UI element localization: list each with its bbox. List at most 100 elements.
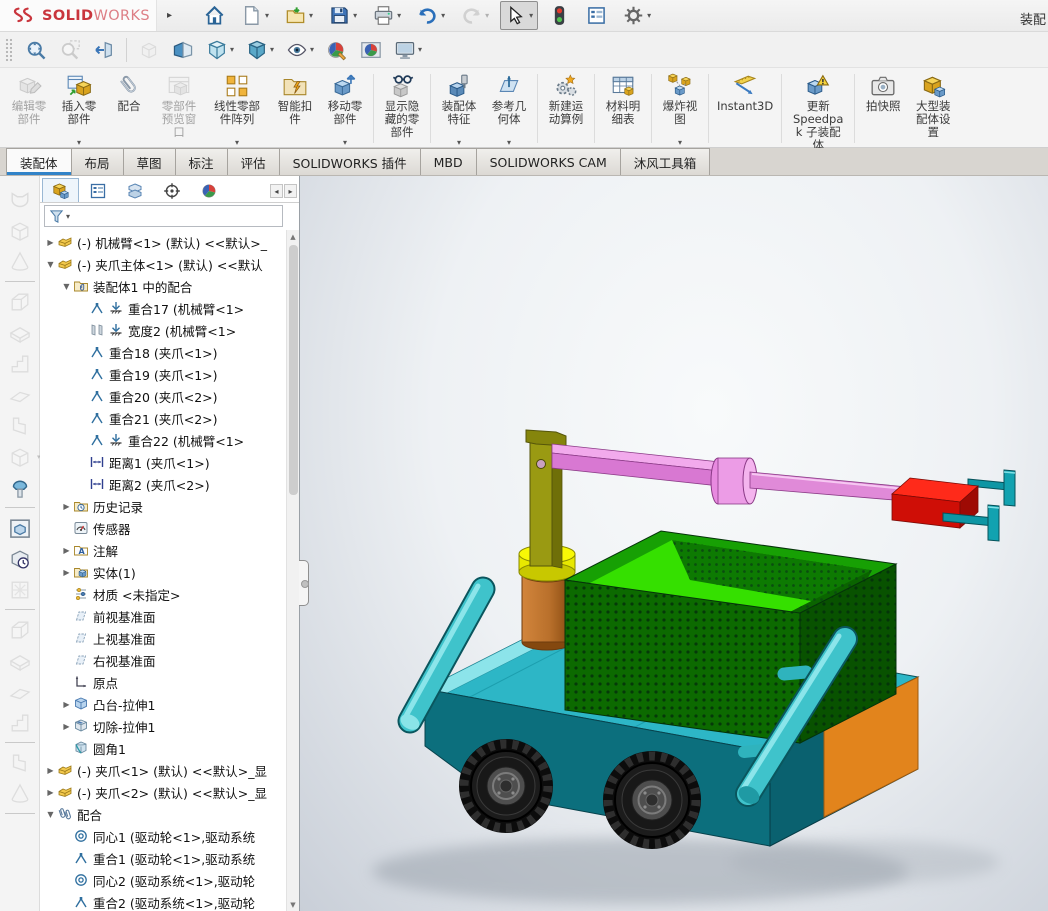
featuremanager-tab[interactable] <box>42 178 79 202</box>
display-style-button[interactable]: ▾ <box>243 37 277 63</box>
dropdown-caret-icon[interactable]: ▾ <box>529 11 533 20</box>
exploded-view-button[interactable]: 爆炸视图 ▾ <box>655 70 705 147</box>
tree-item[interactable]: 前视基准面 <box>40 605 299 627</box>
dropdown-caret-icon[interactable]: ▾ <box>230 45 234 54</box>
tree-item[interactable]: ▼ 装配体1 中的配合 <box>40 275 299 297</box>
propertymanager-tab[interactable] <box>79 178 116 202</box>
zoom-to-fit-button[interactable] <box>22 37 50 63</box>
tree-item[interactable]: ▶ 凸台-拉伸1 <box>40 693 299 715</box>
tree-expander[interactable]: ▶ <box>44 766 57 775</box>
tree-item[interactable]: 传感器 <box>40 517 299 539</box>
filter-input[interactable] <box>70 206 278 226</box>
tree-expander[interactable]: ▶ <box>60 722 73 731</box>
task-pane-button[interactable] <box>581 1 612 30</box>
menu-expand-arrow[interactable]: ▸ <box>157 10 182 21</box>
tree-item[interactable]: ▼ (-) 夹爪主体<1> (默认) <<默认 <box>40 253 299 275</box>
assembly-features-button[interactable]: 装配体特征 ▾ <box>434 70 484 147</box>
tree-item[interactable]: ▼ 配合 <box>40 803 299 825</box>
dropdown-caret-icon[interactable]: ▾ <box>265 11 269 20</box>
open-button[interactable]: ▾ <box>280 1 318 30</box>
tree-item[interactable]: ▶ (-) 机械臂<1> (默认) <<默认>_ <box>40 231 299 253</box>
dropdown-caret-icon[interactable]: ▾ <box>235 138 239 147</box>
tree-item[interactable]: 重合20 (夹爪<2>) <box>40 385 299 407</box>
left-tool-button[interactable] <box>7 750 33 776</box>
filter-funnel-icon[interactable] <box>49 209 64 224</box>
tab-mbd[interactable]: MBD <box>419 148 477 175</box>
left-tool-button[interactable] <box>7 475 33 501</box>
bill-of-materials-button[interactable]: 材料明细表 <box>598 70 648 147</box>
left-tool-button[interactable] <box>7 577 33 603</box>
panel-splitter-handle[interactable] <box>299 560 309 606</box>
front-left-wheel[interactable] <box>459 739 553 833</box>
smart-fasteners-button[interactable]: 智能扣件 <box>270 70 320 147</box>
save-button[interactable]: ▾ <box>324 1 362 30</box>
scroll-down-arrow-icon[interactable]: ▼ <box>287 898 299 911</box>
left-tool-button[interactable] <box>7 289 33 315</box>
left-tool-button[interactable] <box>7 679 33 705</box>
tree-expander[interactable]: ▼ <box>60 282 73 291</box>
mate-button[interactable]: 配合 <box>104 70 154 147</box>
3d-viewport[interactable] <box>299 176 1048 911</box>
move-component-button[interactable]: 移动零部件 ▾ <box>320 70 370 147</box>
cart-assembly-model[interactable] <box>300 176 1048 911</box>
gripper-end-effector[interactable] <box>891 469 1016 542</box>
left-tool-button[interactable] <box>7 218 33 244</box>
tree-item[interactable]: 重合1 (驱动轮<1>,驱动系统 <box>40 847 299 869</box>
toolbar-drag-grip[interactable] <box>5 37 12 62</box>
3d-drawing-view-button[interactable] <box>135 37 163 63</box>
tree-item[interactable]: ▶ (-) 夹爪<1> (默认) <<默认>_显 <box>40 759 299 781</box>
scroll-up-arrow-icon[interactable]: ▲ <box>287 230 299 243</box>
tab-solidworks-addins[interactable]: SOLIDWORKS 插件 <box>278 148 421 175</box>
rebuild-button[interactable] <box>544 1 575 30</box>
configurationmanager-tab[interactable] <box>116 178 153 202</box>
dropdown-caret-icon[interactable]: ▾ <box>343 138 347 147</box>
tree-item[interactable]: 重合21 (夹爪<2>) <box>40 407 299 429</box>
dropdown-caret-icon[interactable]: ▾ <box>485 11 489 20</box>
large-assembly-settings-button[interactable]: 大型装配体设置 <box>908 70 958 147</box>
left-tool-button[interactable] <box>7 648 33 674</box>
left-tool-button[interactable] <box>7 320 33 346</box>
tree-item[interactable]: 原点 <box>40 671 299 693</box>
tree-item[interactable]: 同心1 (驱动轮<1>,驱动系统 <box>40 825 299 847</box>
dropdown-caret-icon[interactable]: ▾ <box>310 45 314 54</box>
tree-item[interactable]: 重合22 (机械臂<1> <box>40 429 299 451</box>
tree-expander[interactable]: ▶ <box>60 568 73 577</box>
dropdown-caret-icon[interactable]: ▾ <box>507 138 511 147</box>
show-hidden-components-button[interactable]: 显示隐藏的零部件 <box>377 70 427 147</box>
left-tool-button[interactable] <box>7 781 33 807</box>
tree-item[interactable]: 重合2 (驱动系统<1>,驱动轮 <box>40 891 299 911</box>
zoom-to-fit-button[interactable] <box>918 151 939 172</box>
tree-item[interactable]: 圆角1 <box>40 737 299 759</box>
dimxpertmanager-tab[interactable] <box>153 178 190 202</box>
edit-component-button[interactable]: 编辑零部件 <box>4 70 54 147</box>
redo-button[interactable]: ▾ <box>456 1 494 30</box>
new-motion-study-button[interactable]: 新建运动算例 <box>541 70 591 147</box>
instant3d-button[interactable]: Instant3D <box>712 70 778 147</box>
select-tool-button[interactable]: ▾ <box>500 1 539 30</box>
left-tool-button[interactable] <box>7 351 33 377</box>
insert-components-button[interactable]: 插入零部件 ▾ <box>54 70 104 147</box>
tree-item[interactable]: ▶ 切除-拉伸1 <box>40 715 299 737</box>
dropdown-caret-icon[interactable]: ▾ <box>77 138 81 147</box>
tree-item[interactable]: 右视基准面 <box>40 649 299 671</box>
left-tool-button[interactable] <box>7 413 33 439</box>
left-tool-button[interactable] <box>7 187 33 213</box>
left-tool-button[interactable] <box>7 546 33 572</box>
left-tool-button[interactable] <box>7 710 33 736</box>
tree-item[interactable]: 距离1 (夹爪<1>) <box>40 451 299 473</box>
new-document-button[interactable]: ▾ <box>236 1 274 30</box>
panel-tab-scroll-right[interactable]: ▸ <box>284 184 297 198</box>
print-button[interactable]: ▾ <box>368 1 406 30</box>
left-tool-button[interactable] <box>7 249 33 275</box>
tree-expander[interactable]: ▶ <box>60 700 73 709</box>
left-tool-button[interactable] <box>7 382 33 408</box>
panel-tab-scroll-left[interactable]: ◂ <box>270 184 283 198</box>
tree-scrollbar[interactable]: ▲ ▼ <box>286 230 299 911</box>
dropdown-caret-icon[interactable]: ▾ <box>397 11 401 20</box>
edit-appearance-button[interactable] <box>1038 151 1048 172</box>
tab-markup[interactable]: 标注 <box>174 148 228 175</box>
update-speedpak-button[interactable]: 更新 Speedpak 子装配体 <box>785 70 851 152</box>
tab-layout[interactable]: 布局 <box>70 148 124 175</box>
home-button[interactable] <box>199 1 230 30</box>
tab-assembly[interactable]: 装配体 <box>6 148 72 175</box>
